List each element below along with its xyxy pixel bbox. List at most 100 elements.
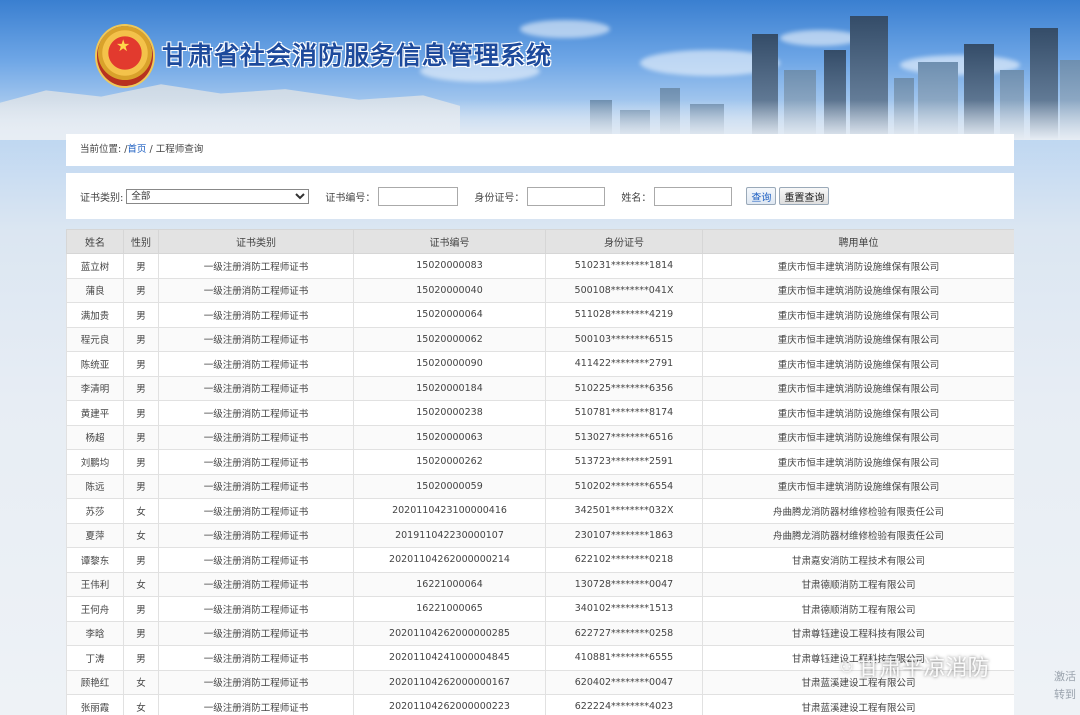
cell-name: 李晗 <box>66 620 124 646</box>
table-row: 刘鹏均男一级注册消防工程师证书 15020000262 513723********… <box>66 449 1014 475</box>
cell-name: 蒲良 <box>66 277 124 303</box>
system-title: 甘肃省社会消防服务信息管理系统 <box>162 41 553 70</box>
cell-cert-no: 16221000064 <box>353 571 546 597</box>
results-table: 姓名 性别 证书类别 证书编号 身份证号 聘用单位 蓝立树男一级注册消防工程师证… <box>66 229 1014 715</box>
cell-cert-type: 一级注册消防工程师证书 <box>158 473 354 499</box>
breadcrumb-separator: / <box>146 144 156 155</box>
cell-id-number: 500108********041X <box>545 277 703 303</box>
cell-id-number: 622102********0218 <box>545 547 703 573</box>
cell-id-number: 130728********0047 <box>545 571 703 597</box>
cert-type-select[interactable]: 全部 <box>126 188 310 204</box>
cell-id-number: 230107********1863 <box>545 522 703 548</box>
cell-cert-type: 一级注册消防工程师证书 <box>158 326 354 352</box>
cell-cert-no: 15020000062 <box>353 326 546 352</box>
id-number-input[interactable] <box>527 186 606 206</box>
cell-employer: 重庆市恒丰建筑消防设施维保有限公司 <box>702 473 1014 499</box>
cell-name: 李清明 <box>66 375 124 401</box>
column-header-id-number: 身份证号 <box>545 229 703 254</box>
cell-name: 谭黎东 <box>66 547 124 573</box>
cell-gender: 男 <box>123 302 159 328</box>
cell-cert-no: 201911042230000107 <box>353 522 546 548</box>
cell-cert-type: 一级注册消防工程师证书 <box>158 694 354 715</box>
cert-type-label: 证书类别: <box>80 192 124 204</box>
cell-cert-no: 20201104262000000223 <box>353 694 546 715</box>
cell-cert-type: 一级注册消防工程师证书 <box>158 424 354 450</box>
column-header-name: 姓名 <box>66 229 124 254</box>
column-header-cert-type: 证书类别 <box>158 229 354 254</box>
table-header-row: 姓名 性别 证书类别 证书编号 身份证号 聘用单位 <box>66 229 1014 254</box>
cell-employer: 舟曲腾龙消防器材维修检验有限责任公司 <box>702 522 1014 548</box>
cert-no-input[interactable] <box>378 186 459 206</box>
cell-cert-no: 15020000238 <box>353 400 546 426</box>
cell-cert-no: 16221000065 <box>353 596 546 622</box>
cell-gender: 女 <box>123 669 159 695</box>
cell-cert-no: 20201104262000000167 <box>353 669 546 695</box>
reset-query-button[interactable]: 重置查询 <box>779 187 830 205</box>
cell-id-number: 411422********2791 <box>545 351 703 377</box>
cell-name: 丁涛 <box>66 645 124 671</box>
cell-gender: 男 <box>123 449 159 475</box>
cell-employer: 重庆市恒丰建筑消防设施维保有限公司 <box>702 253 1014 279</box>
cell-name: 陈远 <box>66 473 124 499</box>
cell-gender: 男 <box>123 424 159 450</box>
results-table-container: 姓名 性别 证书类别 证书编号 身份证号 聘用单位 蓝立树男一级注册消防工程师证… <box>66 229 1014 715</box>
cell-employer: 重庆市恒丰建筑消防设施维保有限公司 <box>702 424 1014 450</box>
cell-gender: 女 <box>123 522 159 548</box>
column-header-employer: 聘用单位 <box>702 229 1014 254</box>
table-row: 谭黎东男一级注册消防工程师证书 20201104262000000214 62210… <box>66 547 1014 573</box>
id-number-label: 身份证号： <box>474 192 525 204</box>
table-row: 王何舟男一级注册消防工程师证书 16221000065 340102********… <box>66 596 1014 622</box>
cell-cert-no: 15020000040 <box>353 277 546 303</box>
cell-name: 满加贵 <box>66 302 124 328</box>
cell-gender: 女 <box>123 694 159 715</box>
table-row: 程元良男一级注册消防工程师证书 15020000062 500103********… <box>66 326 1014 352</box>
table-row: 黄建平男一级注册消防工程师证书 15020000238 510781********… <box>66 400 1014 426</box>
watermark-text: 甘肃平凉消防 <box>857 656 990 681</box>
cell-employer: 重庆市恒丰建筑消防设施维保有限公司 <box>702 400 1014 426</box>
cell-cert-no: 20201104262000000214 <box>353 547 546 573</box>
emblem-icon: ★ <box>97 26 153 86</box>
cell-cert-type: 一级注册消防工程师证书 <box>158 522 354 548</box>
cell-cert-type: 一级注册消防工程师证书 <box>158 449 354 475</box>
cell-id-number: 410881********6555 <box>545 645 703 671</box>
cell-employer: 甘肃嘉安消防工程技术有限公司 <box>702 547 1014 573</box>
cell-gender: 男 <box>123 326 159 352</box>
table-row: 蓝立树男一级注册消防工程师证书 15020000083 510231********… <box>66 253 1014 279</box>
breadcrumb-current: 工程师查询 <box>155 144 204 155</box>
cell-cert-type: 一级注册消防工程师证书 <box>158 596 354 622</box>
cell-gender: 男 <box>123 400 159 426</box>
breadcrumb-home-link[interactable]: 首页 <box>127 144 146 155</box>
cell-id-number: 342501********032X <box>545 498 703 524</box>
cell-cert-type: 一级注册消防工程师证书 <box>158 375 354 401</box>
name-label: 姓名： <box>621 192 652 204</box>
cell-id-number: 500103********6515 <box>545 326 703 352</box>
cell-name: 蓝立树 <box>66 253 124 279</box>
cell-gender: 男 <box>123 277 159 303</box>
cell-id-number: 510231********1814 <box>545 253 703 279</box>
cell-cert-no: 20201104262000000285 <box>353 620 546 646</box>
table-body: 蓝立树男一级注册消防工程师证书 15020000083 510231********… <box>66 253 1014 715</box>
table-row: 夏萍女一级注册消防工程师证书 201911042230000107 230107**… <box>66 522 1014 548</box>
cell-employer: 甘肃蓝溪建设工程有限公司 <box>702 694 1014 715</box>
table-row: 陈统亚男一级注册消防工程师证书 15020000090 411422********… <box>66 351 1014 377</box>
cell-gender: 男 <box>123 473 159 499</box>
cell-id-number: 510225********6356 <box>545 375 703 401</box>
cell-id-number: 620402********0047 <box>545 669 703 695</box>
wechat-icon: ⚇ <box>840 658 854 676</box>
watermark: ⚇ 甘肃平凉消防 <box>840 650 989 682</box>
cell-cert-no: 15020000262 <box>353 449 546 475</box>
cell-name: 陈统亚 <box>66 351 124 377</box>
table-row: 张丽霞女一级注册消防工程师证书 20201104262000000223 62222… <box>66 694 1014 715</box>
cell-cert-no: 15020000184 <box>353 375 546 401</box>
cell-name: 刘鹏均 <box>66 449 124 475</box>
query-button[interactable]: 查询 <box>746 187 777 205</box>
cell-cert-no: 15020000083 <box>353 253 546 279</box>
cell-cert-type: 一级注册消防工程师证书 <box>158 620 354 646</box>
table-row: 王伟利女一级注册消防工程师证书 16221000064 130728********… <box>66 571 1014 597</box>
name-input[interactable] <box>654 186 733 206</box>
cell-name: 苏莎 <box>66 498 124 524</box>
cell-employer: 甘肃德顺消防工程有限公司 <box>702 596 1014 622</box>
activation-line-1: 激活 <box>1054 670 1076 683</box>
cell-gender: 男 <box>123 596 159 622</box>
cell-cert-no: 15020000090 <box>353 351 546 377</box>
